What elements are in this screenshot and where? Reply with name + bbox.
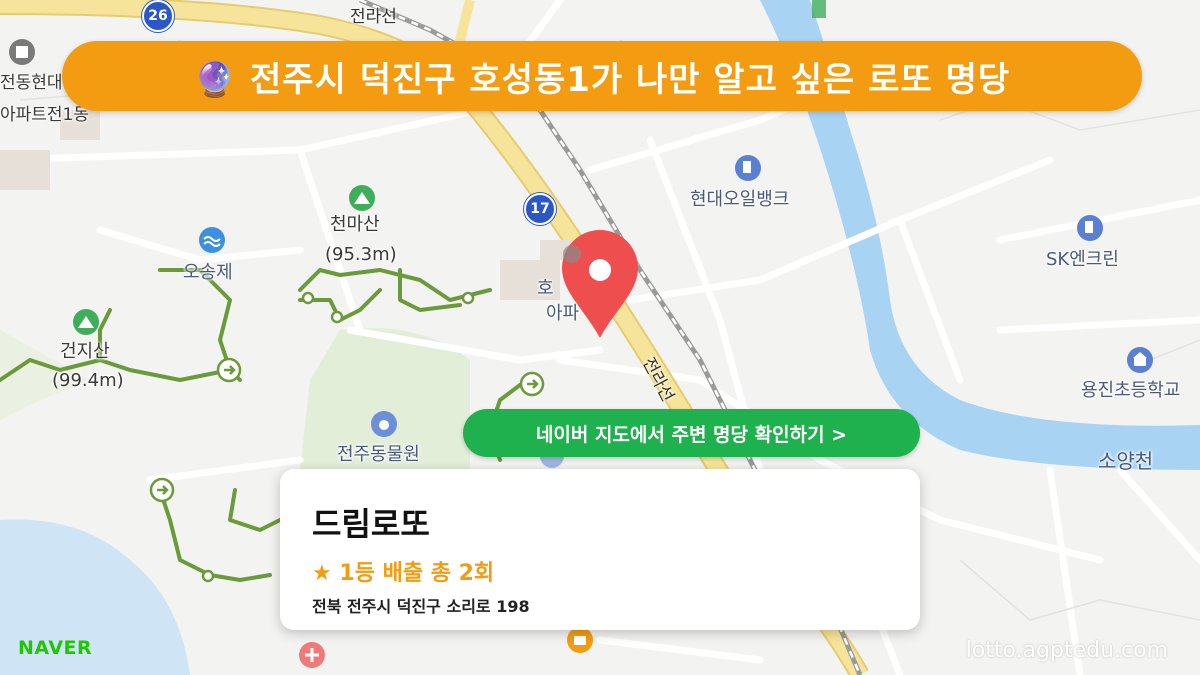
mountain-height-label: (99.4m) <box>52 370 124 391</box>
hospital-icon <box>299 642 325 668</box>
mountain-height-label: (95.3m) <box>325 244 397 265</box>
naver-logo: NAVER <box>18 637 93 659</box>
school-label: 용진초등학교 <box>1081 380 1181 401</box>
shopping-icon <box>567 627 593 653</box>
gas-station-label: 현대오일뱅크 <box>690 189 790 210</box>
zoo-icon <box>371 411 397 437</box>
place-label-apartment: 아파트전1동 <box>0 105 90 125</box>
river-label: 소양천 <box>1098 449 1154 473</box>
store-name: 드림로또 <box>312 505 430 543</box>
school-icon <box>1127 347 1153 373</box>
gas-station-icon <box>1077 215 1103 241</box>
route-26-badge: 26 <box>142 0 174 32</box>
store-info-card[interactable]: 드림로또 ★ 1등 배출 총 2회 전북 전주시 덕진구 소리로 198 <box>280 469 920 630</box>
store-address: 전북 전주시 덕진구 소리로 198 <box>312 597 530 616</box>
mountain-name-label: 건지산 <box>60 341 110 362</box>
mountain-name-label: 천마산 <box>330 214 380 235</box>
zoo-label: 전주동물원 <box>337 444 420 465</box>
gas-station-label: SK엔크린 <box>1046 249 1119 270</box>
mountain-icon <box>349 185 375 211</box>
win-count-text: ★ 1등 배출 총 2회 <box>312 561 495 586</box>
title-banner: 🔮 전주시 덕진구 호성동1가 나만 알고 싶은 로또 명당 <box>62 41 1142 111</box>
place-label-apartment: 전동현대 <box>0 73 63 93</box>
page-title: 🔮 전주시 덕진구 호성동1가 나만 알고 싶은 로또 명당 <box>193 59 1011 100</box>
watermark: lotto.agptedu.com <box>965 638 1168 663</box>
apartment-label: 호 <box>537 278 554 299</box>
water-icon <box>199 227 225 253</box>
mountain-icon <box>73 309 99 335</box>
apartment-label: 아파 <box>546 303 580 324</box>
railway-label: 전라선 <box>350 7 397 27</box>
reservoir-label: 오송제 <box>183 262 233 283</box>
gas-station-icon <box>735 155 761 181</box>
open-naver-map-button[interactable]: 네이버 지도에서 주변 명당 확인하기 > <box>463 409 920 457</box>
route-17-badge: 17 <box>524 193 556 225</box>
